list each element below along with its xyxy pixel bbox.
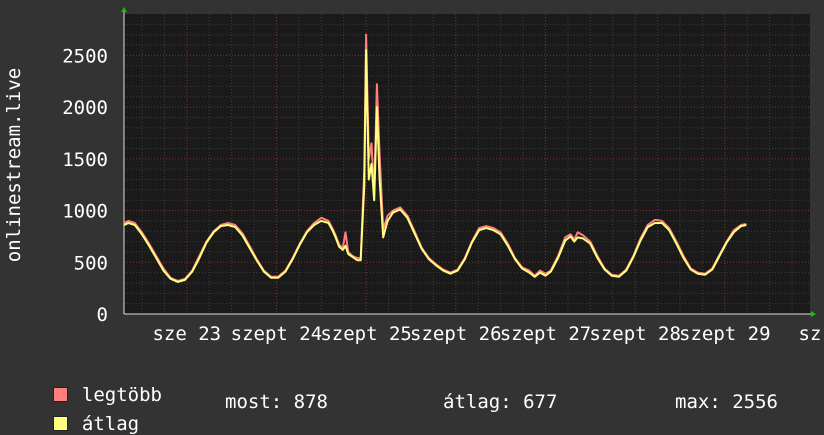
y-tick-label: 2500 bbox=[62, 45, 108, 67]
y-axis-label: onlinestream.live bbox=[3, 68, 25, 262]
y-tick-labels: 0 500 1000 1500 2000 2500 bbox=[62, 45, 108, 326]
x-tick-label: szept 25 bbox=[320, 323, 412, 345]
x-tick-label: sz bbox=[799, 323, 822, 345]
y-tick-label: 1000 bbox=[62, 201, 108, 223]
y-tick-label: 1500 bbox=[62, 149, 108, 171]
legend-item-avg: átlag bbox=[30, 391, 139, 435]
x-tick-label: sze 23 bbox=[152, 323, 221, 345]
stat-max: max: 2556 bbox=[675, 391, 778, 413]
x-axis-arrow bbox=[811, 311, 816, 317]
legend-swatch-avg bbox=[52, 416, 68, 431]
y-tick-label: 500 bbox=[74, 252, 108, 274]
y-tick-label: 0 bbox=[97, 304, 108, 326]
plot-area bbox=[124, 14, 810, 314]
y-tick-label: 2000 bbox=[62, 97, 108, 119]
x-tick-label: szept 29 bbox=[679, 323, 771, 345]
stat-average: átlag: 677 bbox=[443, 391, 558, 413]
x-tick-label: szept 24 bbox=[231, 323, 323, 345]
x-tick-label: szept 26 bbox=[410, 323, 502, 345]
x-tick-label: szept 27 bbox=[500, 323, 592, 345]
legend-label-avg: átlag bbox=[81, 413, 140, 435]
y-axis-arrow bbox=[121, 7, 127, 12]
stat-current: most: 878 bbox=[225, 391, 328, 413]
x-tick-labels: sze 23 szept 24szept 25szept 26szept 27sz… bbox=[152, 323, 821, 345]
x-tick-label: szept 28 bbox=[589, 323, 681, 345]
